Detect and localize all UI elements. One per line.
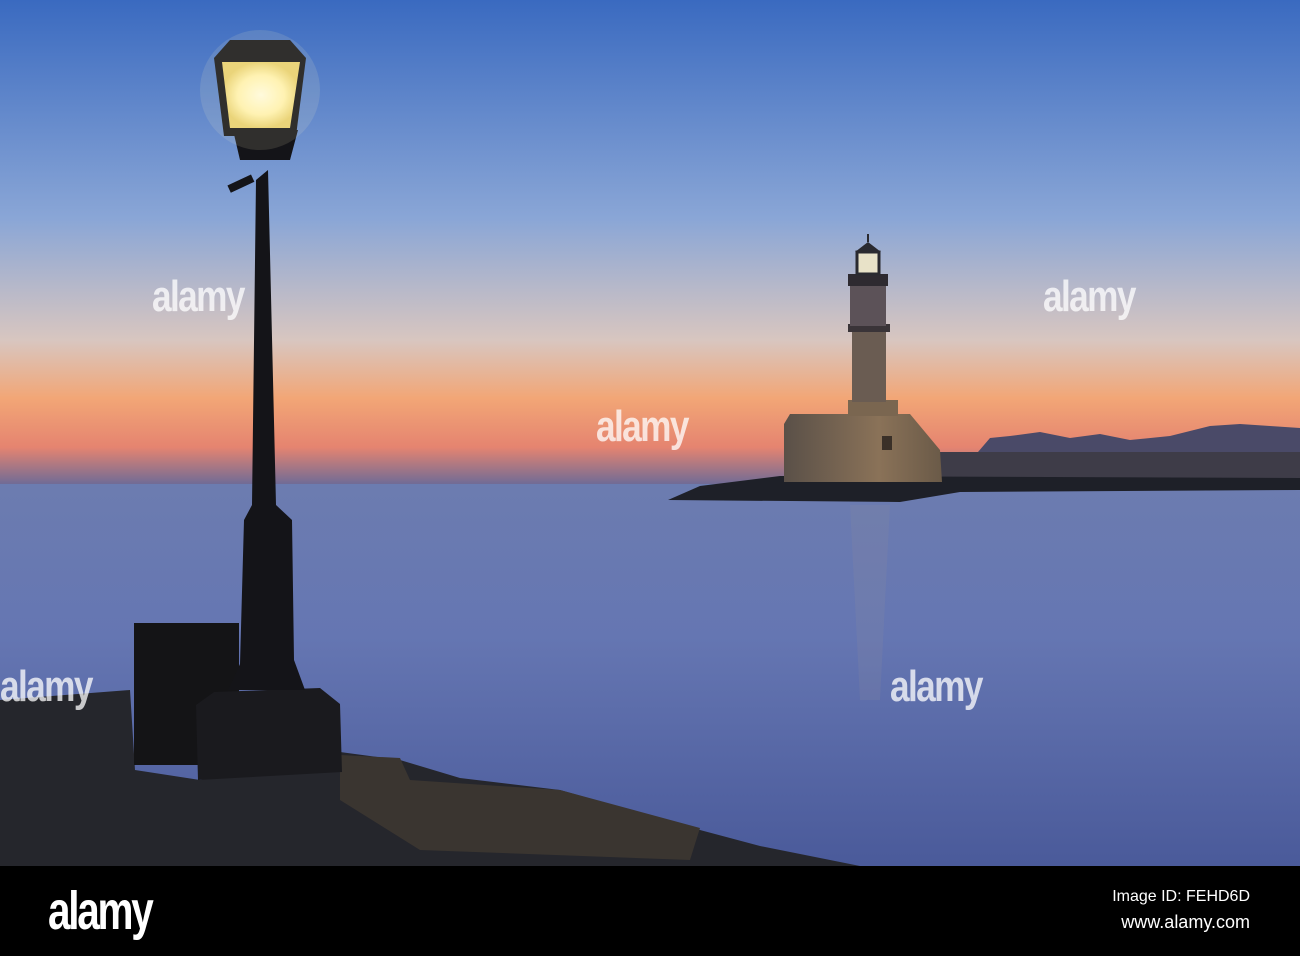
watermark: alamy [152, 272, 245, 321]
watermark: alamy [596, 402, 689, 451]
stock-photo: alamy alamy alamy alamy alamy alamy Imag… [0, 0, 1300, 956]
watermark: alamy [1043, 272, 1136, 321]
watermark: alamy [0, 662, 93, 711]
watermark: alamy [890, 662, 983, 711]
alamy-logo: alamy [48, 881, 154, 941]
lamp-glow [200, 30, 320, 150]
image-id: Image ID: FEHD6D [1112, 888, 1250, 905]
footer-bar: alamy Image ID: FEHD6D www.alamy.com [0, 866, 1300, 956]
website-link[interactable]: www.alamy.com [1121, 912, 1250, 933]
